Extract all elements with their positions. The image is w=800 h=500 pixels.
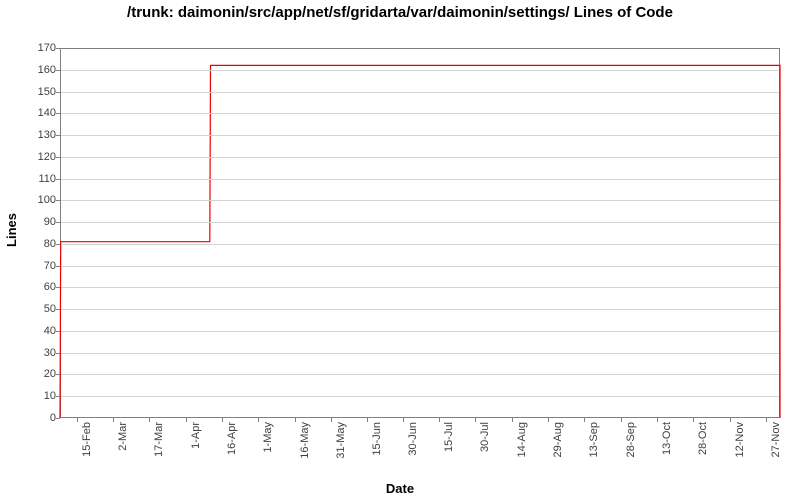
x-tick-label: 30-Jul: [479, 422, 491, 452]
x-tick-label: 16-May: [299, 422, 311, 459]
x-tick-mark: [331, 418, 332, 422]
x-tick-mark: [693, 418, 694, 422]
x-tick-mark: [258, 418, 259, 422]
y-tick-mark: [56, 418, 60, 419]
x-tick-label: 15-Feb: [81, 422, 93, 457]
gridline: [61, 179, 779, 180]
y-tick-label: 150: [16, 86, 56, 98]
x-tick-mark: [403, 418, 404, 422]
y-tick-label: 120: [16, 151, 56, 163]
y-tick-mark: [56, 374, 60, 375]
y-tick-mark: [56, 266, 60, 267]
x-tick-mark: [512, 418, 513, 422]
y-tick-mark: [56, 244, 60, 245]
gridline: [61, 353, 779, 354]
y-tick-label: 90: [16, 216, 56, 228]
y-tick-mark: [56, 331, 60, 332]
y-tick-label: 80: [16, 238, 56, 250]
y-tick-label: 70: [16, 260, 56, 272]
x-tick-mark: [367, 418, 368, 422]
x-tick-label: 13-Sep: [588, 422, 600, 457]
y-tick-label: 60: [16, 281, 56, 293]
gridline: [61, 222, 779, 223]
y-tick-label: 160: [16, 64, 56, 76]
x-tick-mark: [113, 418, 114, 422]
gridline: [61, 396, 779, 397]
y-tick-label: 140: [16, 107, 56, 119]
gridline: [61, 266, 779, 267]
y-tick-mark: [56, 70, 60, 71]
y-tick-label: 30: [16, 347, 56, 359]
y-tick-label: 0: [16, 412, 56, 424]
gridline: [61, 92, 779, 93]
x-tick-label: 12-Nov: [734, 422, 746, 457]
gridline: [61, 135, 779, 136]
x-tick-mark: [439, 418, 440, 422]
x-tick-label: 16-Apr: [226, 422, 238, 455]
y-tick-mark: [56, 309, 60, 310]
gridline: [61, 157, 779, 158]
x-tick-mark: [77, 418, 78, 422]
y-tick-mark: [56, 353, 60, 354]
x-tick-label: 27-Nov: [770, 422, 782, 457]
x-tick-mark: [186, 418, 187, 422]
y-tick-mark: [56, 396, 60, 397]
y-tick-mark: [56, 48, 60, 49]
gridline: [61, 374, 779, 375]
x-tick-mark: [657, 418, 658, 422]
x-tick-mark: [548, 418, 549, 422]
x-tick-label: 17-Mar: [153, 422, 165, 457]
y-tick-mark: [56, 113, 60, 114]
y-tick-label: 100: [16, 194, 56, 206]
x-tick-label: 1-Apr: [190, 422, 202, 449]
x-tick-label: 15-Jul: [443, 422, 455, 452]
gridline: [61, 70, 779, 71]
y-tick-label: 130: [16, 129, 56, 141]
y-tick-label: 170: [16, 42, 56, 54]
y-tick-mark: [56, 179, 60, 180]
y-tick-mark: [56, 135, 60, 136]
x-axis-label: Date: [0, 481, 800, 496]
x-tick-mark: [475, 418, 476, 422]
loc-chart: /trunk: daimonin/src/app/net/sf/gridarta…: [0, 0, 800, 500]
gridline: [61, 113, 779, 114]
gridline: [61, 287, 779, 288]
gridline: [61, 200, 779, 201]
y-tick-mark: [56, 287, 60, 288]
x-tick-mark: [584, 418, 585, 422]
x-tick-mark: [149, 418, 150, 422]
chart-title: /trunk: daimonin/src/app/net/sf/gridarta…: [0, 4, 800, 22]
y-tick-mark: [56, 92, 60, 93]
x-tick-label: 31-May: [335, 422, 347, 459]
x-tick-label: 29-Aug: [552, 422, 564, 457]
gridline: [61, 244, 779, 245]
y-tick-label: 110: [16, 173, 56, 185]
x-tick-mark: [295, 418, 296, 422]
y-tick-label: 40: [16, 325, 56, 337]
y-tick-mark: [56, 200, 60, 201]
y-tick-mark: [56, 157, 60, 158]
x-tick-label: 13-Oct: [661, 422, 673, 455]
x-tick-label: 15-Jun: [371, 422, 383, 456]
x-tick-mark: [766, 418, 767, 422]
x-tick-label: 28-Sep: [625, 422, 637, 457]
x-tick-mark: [222, 418, 223, 422]
data-series-line: [60, 48, 780, 418]
x-tick-label: 14-Aug: [516, 422, 528, 457]
gridline: [61, 331, 779, 332]
y-tick-mark: [56, 222, 60, 223]
x-tick-mark: [621, 418, 622, 422]
y-tick-label: 20: [16, 368, 56, 380]
gridline: [61, 309, 779, 310]
y-tick-label: 10: [16, 390, 56, 402]
x-tick-mark: [730, 418, 731, 422]
x-tick-label: 2-Mar: [117, 422, 129, 451]
x-tick-label: 28-Oct: [697, 422, 709, 455]
y-tick-label: 50: [16, 303, 56, 315]
x-tick-label: 30-Jun: [407, 422, 419, 456]
x-tick-label: 1-May: [262, 422, 274, 453]
